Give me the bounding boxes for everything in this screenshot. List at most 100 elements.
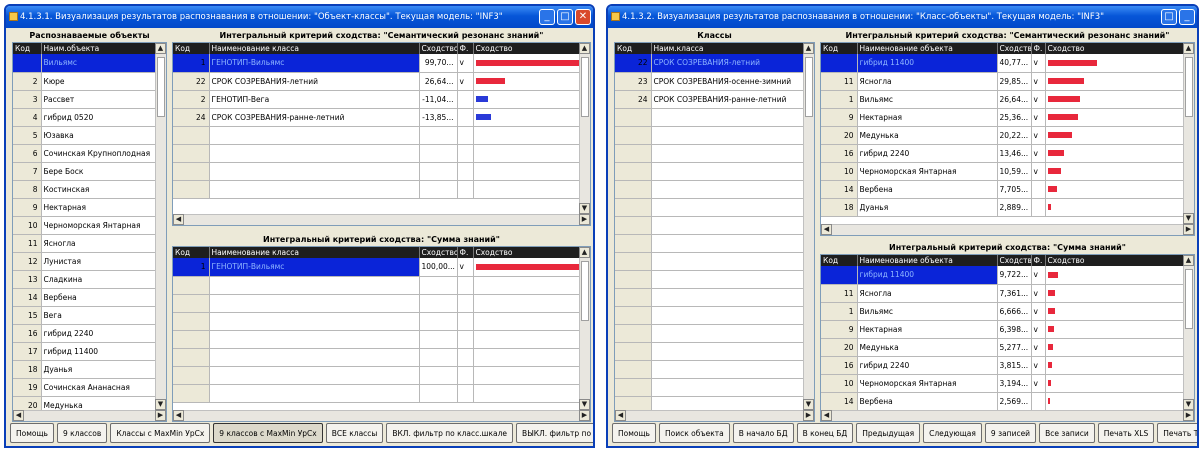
button-4[interactable]: 9 классов с MaxMin УрСх (213, 423, 323, 443)
table-row[interactable] (173, 384, 590, 403)
button-2[interactable]: 9 классов (56, 423, 108, 443)
col-header-code[interactable]: Код (13, 43, 42, 54)
scroll-down-icon[interactable]: ▼ (1183, 213, 1194, 224)
scroll-up-icon[interactable]: ▲ (1183, 43, 1194, 54)
table-row[interactable] (173, 294, 590, 313)
table-row[interactable] (615, 342, 814, 361)
table-row[interactable]: 1 Вильямс 26,64... v (821, 90, 1194, 109)
table-row[interactable]: 18 Дуанья (13, 360, 166, 379)
table-row[interactable]: 12 Лунистая (13, 252, 166, 271)
table-row[interactable]: 20 Медунька 5,277... v (821, 338, 1194, 357)
scroll-down-icon[interactable]: ▼ (803, 399, 814, 410)
table-row[interactable] (173, 330, 590, 349)
table-row[interactable] (615, 324, 814, 343)
table-row[interactable] (615, 252, 814, 271)
table-row[interactable]: 4 гибрид 0520 (13, 108, 166, 127)
vertical-scrollbar[interactable]: ▲ ▼ (579, 247, 590, 410)
scroll-left-icon[interactable]: ◀ (615, 410, 626, 421)
table-row[interactable]: 7 Бере Боск (13, 162, 166, 181)
col-header-code[interactable]: Код (821, 255, 858, 266)
scroll-up-icon[interactable]: ▲ (579, 247, 590, 258)
table-row[interactable]: 19 Сочинская Ананасная (13, 378, 166, 397)
button-5[interactable]: ВСЕ классы (325, 423, 384, 443)
col-header-similarity[interactable]: Сходство (997, 255, 1032, 266)
classes-grid-bottom[interactable]: Код Наименование класса Сходство Ф. Сходство… (172, 246, 591, 422)
table-row[interactable] (173, 348, 590, 367)
table-row[interactable]: 11 Ясногла (13, 234, 166, 253)
button-5[interactable]: Предыдущая (856, 423, 921, 443)
col-header-code[interactable]: Код (615, 43, 652, 54)
table-row[interactable]: 1 ГЕНОТИП-Вильямс 99,70... v (173, 54, 590, 73)
col-header-name[interactable]: Наименование класса (209, 247, 420, 258)
table-row[interactable]: Вильямс (13, 54, 166, 73)
table-row[interactable]: 11 Ясногла 29,85... v (821, 72, 1194, 91)
scroll-up-icon[interactable]: ▲ (1183, 255, 1194, 266)
col-header-name[interactable]: Наим.класса (651, 43, 814, 54)
table-row[interactable]: гибрид 11400 40,77... v (821, 54, 1194, 73)
horizontal-scrollbar[interactable]: ◀ ▶ (821, 224, 1194, 235)
objects-grid[interactable]: Код Наим.объекта Вильямс 2 Кюре 3 Рассвет 4 гиб… (12, 42, 167, 422)
table-row[interactable]: 22 СРОК СОЗРЕВАНИЯ-летний 26,64... v (173, 72, 590, 91)
scroll-up-icon[interactable]: ▲ (579, 43, 590, 54)
table-row[interactable]: 13 Сладкина (13, 270, 166, 289)
maximize-icon[interactable]: □ (1161, 9, 1177, 25)
col-header-name[interactable]: Наим.объекта (41, 43, 166, 54)
table-row[interactable] (615, 288, 814, 307)
vertical-scrollbar[interactable]: ▲ ▼ (1183, 255, 1194, 410)
scroll-right-icon[interactable]: ▶ (579, 214, 590, 225)
col-header-f[interactable]: Ф. (457, 247, 474, 258)
scroll-down-icon[interactable]: ▼ (1183, 399, 1194, 410)
button-2[interactable]: Поиск объекта (658, 423, 730, 443)
scroll-thumb[interactable] (581, 57, 589, 117)
table-row[interactable] (173, 144, 590, 163)
col-header-bar[interactable]: Сходство (473, 247, 590, 258)
table-row[interactable] (615, 306, 814, 325)
scroll-right-icon[interactable]: ▶ (1183, 410, 1194, 421)
horizontal-scrollbar[interactable]: ◀ ▶ (821, 410, 1194, 421)
col-header-f[interactable]: Ф. (1031, 255, 1046, 266)
scroll-thumb[interactable] (581, 261, 589, 321)
scroll-left-icon[interactable]: ◀ (13, 410, 24, 421)
close-icon[interactable]: ✕ (575, 9, 591, 25)
table-row[interactable]: 6 Сочинская Крупноплодная (13, 144, 166, 163)
table-row[interactable]: 9 Нектарная 6,398... v (821, 320, 1194, 339)
horizontal-scrollbar[interactable]: ◀ ▶ (173, 214, 590, 225)
table-row[interactable] (615, 270, 814, 289)
scroll-thumb[interactable] (1185, 57, 1193, 117)
button-6[interactable]: ВКЛ. фильтр по класс.шкале (386, 423, 514, 443)
col-header-code[interactable]: Код (821, 43, 858, 54)
scroll-left-icon[interactable]: ◀ (821, 410, 832, 421)
table-row[interactable] (615, 144, 814, 163)
objects-grid-bottom[interactable]: КодНаименование объектаСходствоФ.Сходств… (820, 254, 1195, 422)
scroll-left-icon[interactable]: ◀ (173, 410, 184, 421)
table-row[interactable] (615, 360, 814, 379)
classes-grid[interactable]: Код Наим.класса 22 СРОК СОЗРЕВАНИЯ-летний 2… (614, 42, 815, 422)
table-row[interactable]: 22 СРОК СОЗРЕВАНИЯ-летний (615, 54, 814, 73)
col-header-f[interactable]: Ф. (1031, 43, 1046, 54)
table-row[interactable] (173, 366, 590, 385)
scroll-thumb[interactable] (157, 57, 165, 117)
button-7[interactable]: ВЫКЛ. фильтр по класс.шкале (516, 423, 593, 443)
table-row[interactable]: 11 Ясногла 7,361... v (821, 284, 1194, 303)
button-6[interactable]: Следующая (923, 423, 982, 443)
table-row[interactable] (173, 276, 590, 295)
scroll-up-icon[interactable]: ▲ (803, 43, 814, 54)
vertical-scrollbar[interactable]: ▲ ▼ (1183, 43, 1194, 224)
table-row[interactable] (615, 378, 814, 397)
table-row[interactable]: 5 Юзавка (13, 126, 166, 145)
scroll-right-icon[interactable]: ▶ (155, 410, 166, 421)
table-row[interactable]: 14 Вербена 7,705... (821, 180, 1194, 199)
table-row[interactable]: 24 СРОК СОЗРЕВАНИЯ-ранне-летний (615, 90, 814, 109)
table-row[interactable]: 24 СРОК СОЗРЕВАНИЯ-ранне-летний -13,85... (173, 108, 590, 127)
table-row[interactable]: 8 Костинская (13, 180, 166, 199)
table-row[interactable] (173, 312, 590, 331)
table-row[interactable]: 14 Вербена 2,569... (821, 392, 1194, 411)
table-row[interactable]: 16 гибрид 2240 (13, 324, 166, 343)
horizontal-scrollbar[interactable]: ◀ ▶ (13, 410, 166, 421)
title-bar[interactable]: 4.1.3.1. Визуализация результатов распоз… (6, 6, 593, 28)
col-header-code[interactable]: Код (173, 43, 210, 54)
table-row[interactable] (615, 216, 814, 235)
table-row[interactable] (615, 108, 814, 127)
table-row[interactable]: 2 Кюре (13, 72, 166, 91)
table-row[interactable]: гибрид 11400 9,722... v (821, 266, 1194, 285)
